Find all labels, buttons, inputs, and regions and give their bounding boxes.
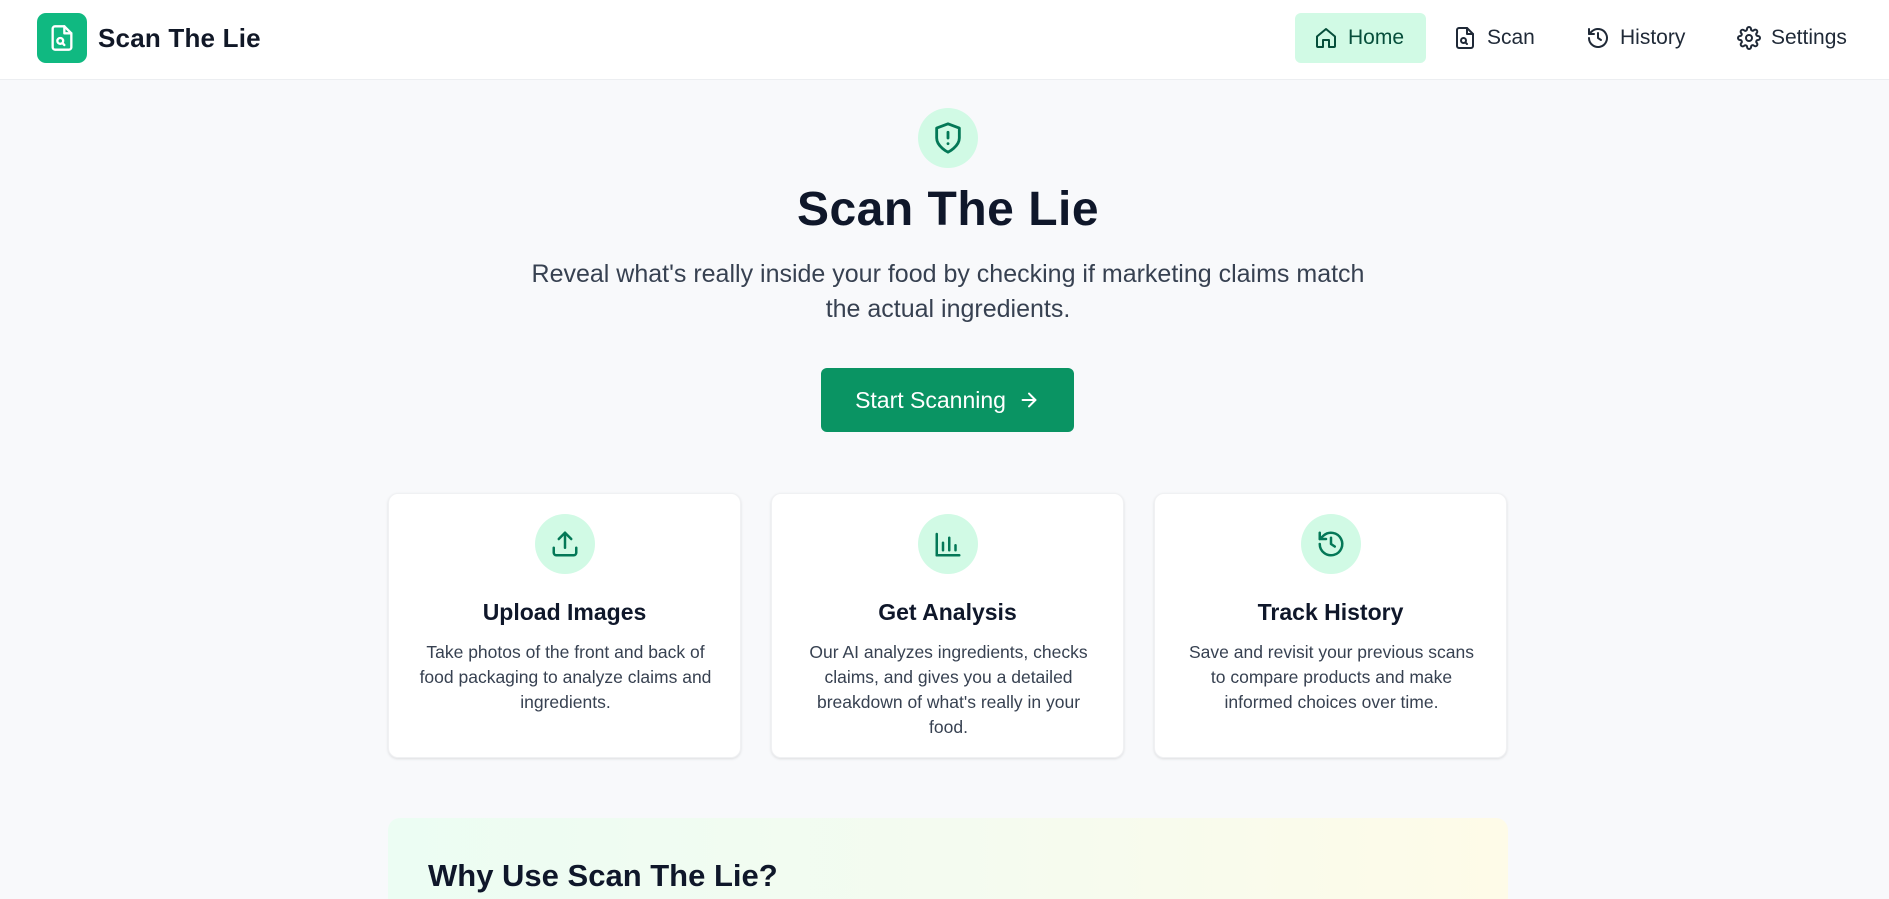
nav-item-home[interactable]: Home [1295,13,1426,63]
start-scanning-label: Start Scanning [855,386,1006,413]
nav-item-settings[interactable]: Settings [1718,13,1865,63]
brand-name: Scan The Lie [98,22,261,53]
nav-item-home-label: Home [1348,26,1405,49]
feature-description: Our AI analyzes ingredients, checks clai… [809,642,1088,737]
feature-title: Upload Images [482,599,647,625]
shield-alert-icon [918,108,978,168]
hero-title: Scan The Lie [796,183,1100,236]
why-section: Why Use Scan The Lie? [388,818,1508,899]
upload-icon [535,514,595,574]
feature-title: Get Analysis [878,599,1017,625]
nav-item-settings-label: Settings [1771,26,1847,49]
feature-title: Track History [1257,599,1404,625]
home-icon [1313,25,1339,51]
hero-subtitle: Reveal what's really inside your food by… [531,260,1365,323]
why-title: Why Use Scan The Lie? [428,858,778,893]
history-icon [1585,25,1611,51]
start-scanning-button[interactable]: Start Scanning [821,368,1074,432]
nav-item-scan-label: Scan [1487,26,1535,49]
arrow-right-icon [1018,389,1040,411]
nav-item-history[interactable]: History [1567,13,1703,63]
top-navbar: Scan The Lie Home Scan History Settings [0,0,1889,80]
feature-description: Save and revisit your previous scans to … [1189,642,1474,712]
feature-description: Take photos of the front and back of foo… [419,642,712,712]
nav-item-history-label: History [1620,26,1686,49]
feature-card-upload: Upload Images Take photos of the front a… [388,493,741,758]
file-scan-icon [1452,25,1478,51]
brand-home-link[interactable]: Scan The Lie [37,13,261,63]
gear-icon [1736,25,1762,51]
bar-chart-icon [918,514,978,574]
file-search-icon [37,13,87,63]
nav-item-scan[interactable]: Scan [1434,13,1553,63]
history-icon [1301,514,1361,574]
feature-card-history: Track History Save and revisit your prev… [1154,493,1507,758]
feature-card-analysis: Get Analysis Our AI analyzes ingredients… [771,493,1124,758]
